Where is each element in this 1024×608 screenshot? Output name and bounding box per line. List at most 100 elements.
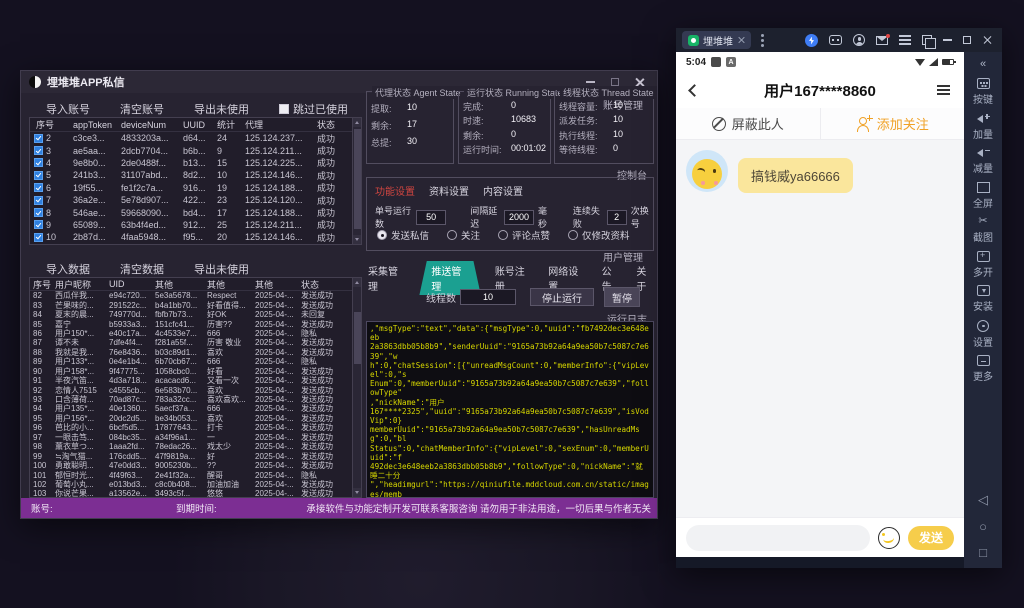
interval-input[interactable]: 2000 [504, 210, 534, 225]
clear-data-button[interactable]: 清空数据 [120, 261, 164, 277]
account-row[interactable]: 2 c3ce3... 4833203a... d64... 24 125.124… [30, 132, 361, 144]
avatar[interactable] [686, 150, 728, 192]
emoji-icon[interactable] [878, 527, 900, 549]
user-row[interactable]: 103 你说芒果... a13562e... 3493c5f... 悠悠 202… [30, 489, 361, 498]
keyboard-icon [977, 78, 990, 89]
tab-profile-settings[interactable]: 资料设置 [429, 183, 469, 198]
sidebar-item-multi-instance[interactable]: 多开 [973, 251, 993, 279]
user-table[interactable]: 序号 用户昵称 UID 其他 其他 其他 状态 82 西瓜伴我... e94c7… [29, 277, 362, 498]
account-row[interactable]: 10 2b87d... 4faa5948... f95... 20 125.12… [30, 231, 361, 243]
runs-per-account-input[interactable]: 50 [416, 210, 446, 225]
close-icon[interactable] [982, 35, 992, 45]
account-row[interactable]: 3 ae5aa... 2dcb7704... b6b... 9 125.124.… [30, 144, 361, 156]
sidebar-item-volume-down[interactable]: 减量 [973, 147, 993, 175]
account-row[interactable]: 5 241b3... 31107abd... 8d2... 10 125.124… [30, 169, 361, 181]
import-data-button[interactable]: 导入数据 [46, 261, 90, 277]
skip-used-checkbox[interactable]: 跳过已使用 [279, 101, 348, 117]
kebab-menu-icon[interactable] [761, 39, 764, 42]
user-table-header: 序号 用户昵称 UID 其他 其他 其他 状态 [30, 278, 361, 291]
notification-badge [886, 34, 890, 38]
block-user-button[interactable]: 屏蔽此人 [676, 108, 821, 139]
sidebar-item-more[interactable]: 更多 [973, 355, 993, 383]
sidebar-item-volume-up[interactable]: 加量 [973, 113, 993, 141]
add-follow-button[interactable]: 添加关注 [821, 108, 965, 139]
account-row[interactable]: 9 65089... 63b4f4ed... 912... 25 125.124… [30, 219, 361, 231]
interval-suffix: 毫秒 [538, 204, 553, 230]
tab-collect[interactable]: 采集管理 [366, 261, 407, 295]
row-checkbox[interactable] [34, 134, 43, 143]
row-checkbox[interactable] [34, 183, 43, 192]
menu-icon[interactable] [899, 39, 911, 41]
scroll-down-icon[interactable] [353, 235, 362, 244]
android-home-button[interactable]: ○ [979, 519, 987, 534]
maximize-icon[interactable] [963, 36, 971, 44]
stat-item: 总提:30 [371, 136, 451, 149]
thread-count-input[interactable]: 10 [460, 289, 516, 305]
emulator-tab[interactable]: 埋堆堆 [682, 31, 751, 49]
sidebar-item-fullscreen[interactable]: 全屏 [973, 182, 993, 210]
sidebar-item-screenshot[interactable]: ✂ 截图 [973, 216, 993, 244]
window-capture-icon[interactable] [922, 35, 932, 45]
row-checkbox[interactable] [34, 171, 43, 180]
radio-comment-like[interactable]: 评论点赞 [498, 228, 550, 242]
scroll-up-icon[interactable] [353, 278, 362, 287]
row-checkbox[interactable] [34, 208, 43, 217]
sidebar-item-settings[interactable]: 设置 [973, 320, 993, 349]
emulator-titlebar[interactable]: 埋堆堆 [676, 28, 1002, 52]
phone-screen: 5:04 A 用户167****8860 屏蔽此人 [676, 52, 964, 557]
android-back-button[interactable]: ◁ [978, 492, 988, 508]
clear-accounts-button[interactable]: 清空账号 [120, 101, 164, 117]
account-table[interactable]: 序号 appToken deviceNum UUID 统计 代理 状态 2 c3… [29, 117, 362, 245]
scroll-down-icon[interactable] [353, 488, 362, 497]
message-input[interactable] [686, 525, 870, 551]
gamepad-icon[interactable] [829, 35, 842, 45]
stop-run-button[interactable]: 停止运行 [530, 288, 594, 306]
sidebar-item-keyboard[interactable]: 按键 [973, 78, 993, 106]
account-icon[interactable] [853, 34, 865, 46]
stat-item: 线程容量:10 [559, 100, 651, 113]
row-checkbox[interactable] [34, 220, 43, 229]
stat-item: 完成:0 [463, 100, 548, 113]
row-checkbox[interactable] [34, 233, 43, 242]
app-window: 埋堆堆APP私信 账号管理 导入账号 清空账号 导出未使用 跳过已使用 序号 a… [20, 70, 658, 519]
account-row[interactable]: 4 9e8b0... 2de0488f... b13... 15 125.124… [30, 157, 361, 169]
minimize-icon[interactable] [586, 81, 595, 83]
agent-state-group: 代理状态 Agent State 提取:10 剩余:17 总提:30 [366, 91, 454, 164]
pause-button[interactable]: 暂停 [604, 287, 640, 307]
minimize-icon[interactable] [943, 39, 952, 41]
radio-follow[interactable]: 关注 [447, 228, 480, 242]
send-button[interactable]: 发送 [908, 526, 954, 550]
sidebar-item-install[interactable]: 安装 [973, 285, 993, 313]
export-unused-data-button[interactable]: 导出未使用 [194, 261, 249, 277]
row-checkbox[interactable] [34, 196, 43, 205]
scroll-up-icon[interactable] [353, 118, 362, 127]
export-unused-accounts-button[interactable]: 导出未使用 [194, 101, 249, 117]
tab-function-settings[interactable]: 功能设置 [375, 183, 415, 198]
account-row[interactable]: 6 19f55... fe1f2c7a... 916... 19 125.124… [30, 182, 361, 194]
account-table-scrollbar[interactable] [352, 118, 361, 244]
assistant-icon[interactable] [805, 34, 818, 47]
radio-edit-profile-only[interactable]: 仅修改资料 [568, 228, 630, 242]
maximize-icon[interactable] [611, 78, 619, 86]
radio-send-dm[interactable]: 发送私信 [377, 228, 429, 242]
account-toolbar: 导入账号 清空账号 导出未使用 跳过已使用 [46, 101, 348, 117]
mail-icon[interactable] [876, 36, 888, 45]
checkbox-box[interactable] [279, 104, 289, 114]
emulator-window: 埋堆堆 5:04 A [676, 28, 1002, 568]
row-checkbox[interactable] [34, 158, 43, 167]
android-recents-button[interactable]: □ [979, 545, 987, 560]
tab-content-settings[interactable]: 内容设置 [483, 183, 523, 198]
account-row[interactable]: 8 546ae... 59668090... bd4... 17 125.124… [30, 206, 361, 218]
user-table-scrollbar[interactable] [352, 278, 361, 497]
account-row[interactable]: 7 36a2e... 5e78d907... 422... 23 125.124… [30, 194, 361, 206]
stat-item: 执行线程:10 [559, 129, 651, 142]
import-accounts-button[interactable]: 导入账号 [46, 101, 90, 117]
log-text: ,"msgType":"text","data":{"msgType":0,"u… [370, 324, 650, 498]
fail-input[interactable]: 2 [607, 210, 627, 225]
collapse-sidebar-icon[interactable]: « [980, 58, 986, 70]
run-log[interactable]: ,"msgType":"text","data":{"msgType":0,"u… [366, 321, 654, 498]
row-checkbox[interactable] [34, 146, 43, 155]
tab-close-icon[interactable] [737, 36, 745, 44]
options-icon[interactable] [937, 89, 950, 91]
running-state-group: 运行状态 Running State 完成:0 时速:10683 剩余:0 运行… [458, 91, 551, 164]
